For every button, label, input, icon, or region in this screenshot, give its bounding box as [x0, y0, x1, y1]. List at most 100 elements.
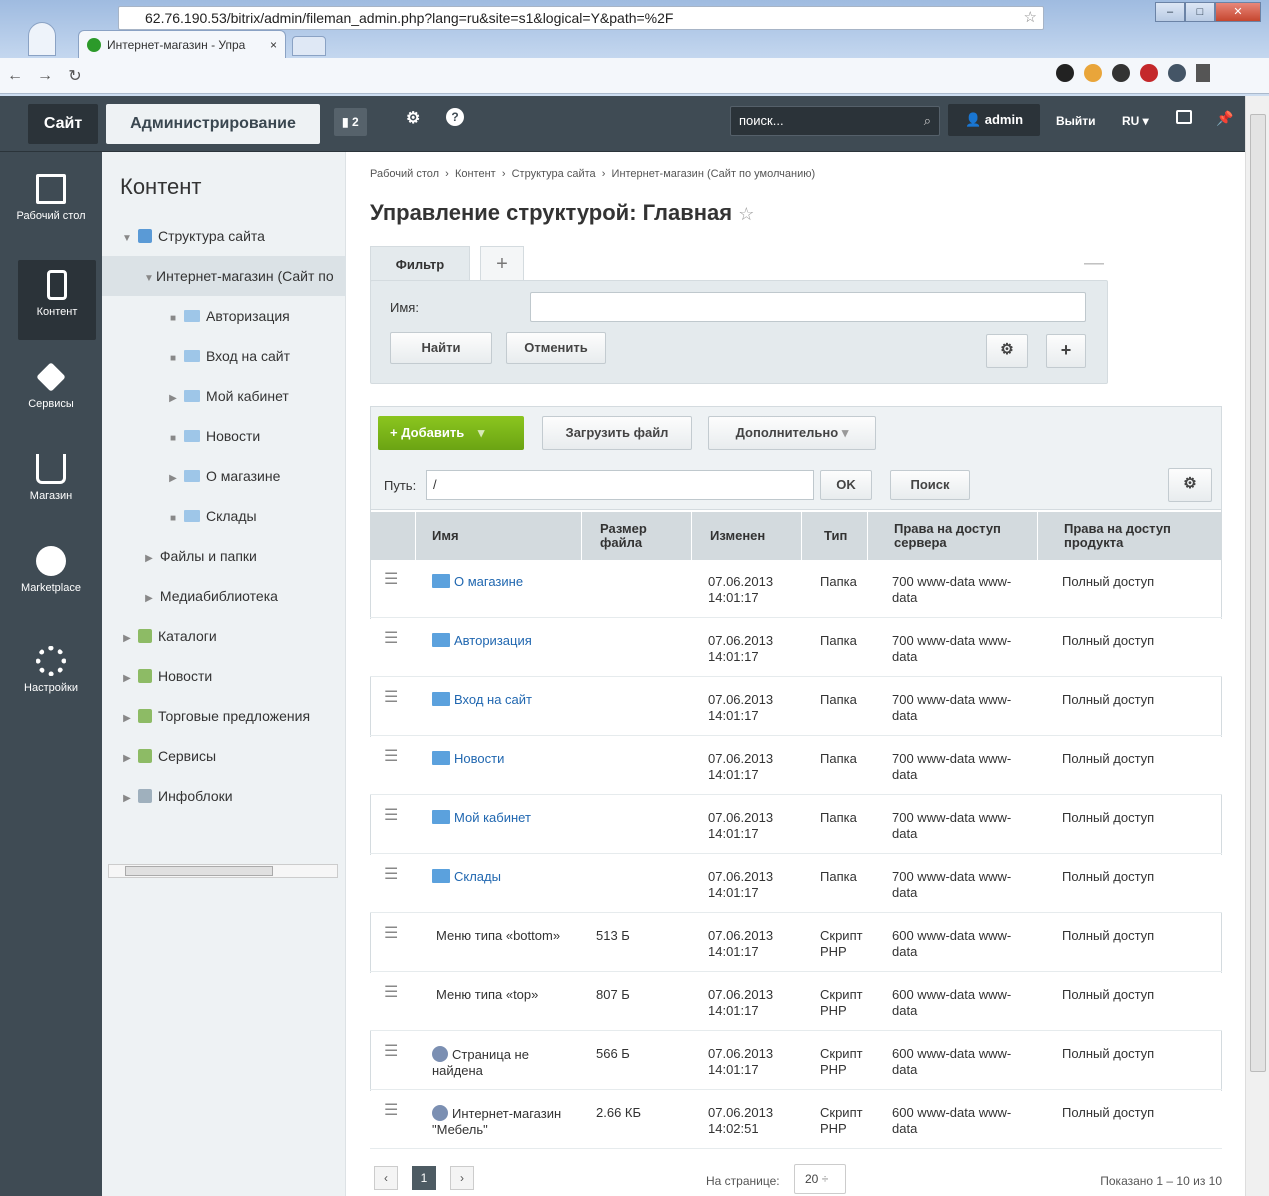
keyboard-icon[interactable] [1176, 110, 1192, 124]
menu-services[interactable]: Сервисы [0, 352, 102, 432]
tree-node[interactable]: ▶ Сервисы [102, 736, 346, 776]
tree-scrollbar-thumb[interactable] [125, 866, 273, 876]
tree-node[interactable]: ■ Авторизация [102, 296, 346, 336]
more-actions-button[interactable]: Дополнительно ▾ [708, 416, 876, 450]
page-scrollbar[interactable] [1245, 96, 1269, 1196]
tree-node[interactable]: ▶ Каталоги [102, 616, 346, 656]
page-current[interactable]: 1 [412, 1166, 436, 1190]
row-name[interactable]: Склады [432, 869, 501, 885]
tree-node[interactable]: ▼ Интернет-магазин (Сайт по [102, 256, 346, 296]
tree-node[interactable]: ■ Новости [102, 416, 346, 456]
collapse-arrow-icon[interactable]: ▼ [142, 259, 156, 296]
tree-node[interactable]: ▶ Новости [102, 656, 346, 696]
per-page-select[interactable]: 20 ÷ [794, 1164, 846, 1194]
filter-tab[interactable]: Фильтр [370, 246, 470, 282]
breadcrumb-item[interactable]: Рабочий стол [370, 168, 439, 180]
bookmark-star-icon[interactable]: ☆ [1024, 7, 1037, 29]
add-filter-tab-button[interactable]: + [480, 246, 524, 280]
row-name[interactable]: Вход на сайт [432, 692, 532, 708]
row-name[interactable]: Авторизация [432, 633, 532, 649]
help-icon[interactable]: ? [446, 108, 464, 126]
column-header-name[interactable]: Имя [416, 512, 582, 560]
admin-button[interactable]: Администрирование [106, 104, 320, 144]
extension-icon[interactable] [1112, 64, 1130, 82]
tree-node[interactable]: ■ Склады [102, 496, 346, 536]
expand-arrow-icon[interactable]: ▶ [166, 459, 180, 496]
column-header-product-rights[interactable]: Права на доступ продукта [1038, 512, 1222, 560]
tree-node[interactable]: ▶ Торговые предложения [102, 696, 346, 736]
row-name[interactable]: Меню типа «top» [436, 987, 538, 1003]
menu-settings[interactable]: Настройки [0, 636, 102, 716]
row-name[interactable]: Меню типа «bottom» [436, 928, 560, 944]
filter-add-field-button[interactable]: + [1046, 334, 1086, 368]
row-menu-icon[interactable]: ☰ [384, 867, 398, 883]
favorite-star-icon[interactable]: ☆ [738, 204, 754, 224]
page-scrollbar-thumb[interactable] [1250, 114, 1266, 1072]
row-name[interactable]: О магазине [432, 574, 523, 590]
reload-icon[interactable]: ↻ [60, 66, 90, 86]
row-name[interactable]: Новости [432, 751, 504, 767]
url-field[interactable]: 62.76.190.53/bitrix/admin/fileman_admin.… [118, 6, 1044, 30]
tree-node[interactable]: ▼ Структура сайта [102, 216, 346, 256]
expand-arrow-icon[interactable]: ▶ [120, 779, 134, 816]
tree-node[interactable]: ■ Вход на сайт [102, 336, 346, 376]
table-row[interactable]: ☰ Новости 07.06.2013 14:01:17 Папка 700 … [370, 737, 1222, 795]
notifications-button[interactable]: ▮ 2 [334, 108, 367, 136]
filter-settings-icon[interactable]: ⚙ [986, 334, 1028, 368]
filter-name-input[interactable] [530, 292, 1086, 322]
row-menu-icon[interactable]: ☰ [384, 749, 398, 765]
add-button[interactable]: + Добавить ▾ [378, 416, 524, 450]
table-row[interactable]: ☰ Мой кабинет 07.06.2013 14:01:17 Папка … [370, 796, 1222, 854]
table-row[interactable]: ☰ О магазине 07.06.2013 14:01:17 Папка 7… [370, 560, 1222, 618]
exit-link[interactable]: Выйти [1056, 114, 1096, 128]
expand-arrow-icon[interactable]: ▶ [142, 579, 156, 616]
table-row[interactable]: ☰ Страница не найдена 566 Б 07.06.2013 1… [370, 1032, 1222, 1090]
minimize-button[interactable]: – [1155, 2, 1185, 22]
menu-marketplace[interactable]: Marketplace [0, 536, 102, 616]
profile-icon[interactable] [28, 22, 56, 56]
tree-horizontal-scrollbar[interactable] [108, 864, 338, 878]
breadcrumb-item[interactable]: Интернет-магазин (Сайт по умолчанию) [612, 168, 816, 180]
search-button[interactable]: Поиск [890, 470, 970, 500]
maximize-button[interactable]: □ [1185, 2, 1215, 22]
column-header-modified[interactable]: Изменен [692, 512, 802, 560]
back-icon[interactable]: ← [0, 67, 30, 85]
collapse-filter-icon[interactable]: — [1084, 252, 1104, 275]
menu-desktop[interactable]: Рабочий стол [0, 164, 102, 244]
user-button[interactable]: 👤 admin [948, 104, 1040, 136]
table-row[interactable]: ☰ Склады 07.06.2013 14:01:17 Папка 700 w… [370, 855, 1222, 913]
extension-icon[interactable] [1084, 64, 1102, 82]
new-tab-button[interactable] [292, 36, 326, 56]
menu-content[interactable]: Контент [18, 260, 96, 340]
menu-shop[interactable]: Магазин [0, 444, 102, 524]
find-button[interactable]: Найти [390, 332, 492, 364]
column-header-server-rights[interactable]: Права на доступ сервера [868, 512, 1038, 560]
row-menu-icon[interactable]: ☰ [384, 1103, 398, 1119]
language-select[interactable]: RU ▾ [1122, 114, 1149, 128]
breadcrumb-item[interactable]: Контент [455, 168, 496, 180]
tree-node[interactable]: ▶ Файлы и папки [102, 536, 346, 576]
row-menu-icon[interactable]: ☰ [384, 1044, 398, 1060]
tree-node[interactable]: ▶ О магазине [102, 456, 346, 496]
ok-button[interactable]: OK [820, 470, 872, 500]
tree-node[interactable]: ▶ Медиабиблиотека [102, 576, 346, 616]
prev-page-button[interactable]: ‹ [374, 1166, 398, 1190]
collapse-arrow-icon[interactable]: ▼ [120, 219, 134, 256]
column-header-size[interactable]: Размер файла [582, 512, 692, 560]
row-menu-icon[interactable]: ☰ [384, 926, 398, 942]
table-row[interactable]: ☰ Меню типа «bottom» 513 Б 07.06.2013 14… [370, 914, 1222, 972]
settings-gear-icon[interactable]: ⚙ [406, 108, 420, 128]
tree-node[interactable]: ▶ Инфоблоки [102, 776, 346, 816]
expand-arrow-icon[interactable]: ▶ [120, 659, 134, 696]
expand-arrow-icon[interactable]: ▶ [166, 379, 180, 416]
search-input[interactable]: поиск... ⌕ [730, 106, 940, 136]
site-button[interactable]: Сайт [28, 104, 98, 144]
tree-node[interactable]: ▶ Мой кабинет [102, 376, 346, 416]
row-menu-icon[interactable]: ☰ [384, 808, 398, 824]
column-header-type[interactable]: Тип [802, 512, 868, 560]
path-input[interactable]: / [426, 470, 814, 500]
cancel-button[interactable]: Отменить [506, 332, 606, 364]
menu-icon[interactable] [1196, 64, 1210, 82]
row-menu-icon[interactable]: ☰ [384, 572, 398, 588]
window-close-button[interactable]: ✕ [1215, 2, 1261, 22]
